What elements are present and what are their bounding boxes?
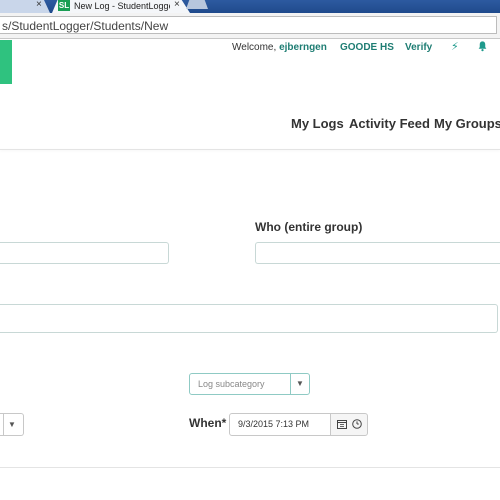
browser-tabstrip: × SL New Log - StudentLogger × bbox=[0, 0, 500, 13]
nav-my-logs[interactable]: My Logs bbox=[291, 116, 344, 134]
datetime-picker-buttons bbox=[330, 413, 368, 436]
wide-text-field[interactable] bbox=[0, 304, 498, 333]
left-text-field[interactable] bbox=[0, 242, 169, 264]
calendar-icon[interactable] bbox=[337, 419, 347, 429]
address-bar: s/StudentLogger/Students/New bbox=[0, 13, 500, 39]
bolt-icon[interactable]: ⚡ bbox=[451, 40, 459, 53]
tab-close-icon[interactable]: × bbox=[36, 0, 42, 10]
subcategory-placeholder: Log subcategory bbox=[198, 379, 265, 389]
who-group-input[interactable] bbox=[255, 242, 500, 264]
tab-title: New Log - StudentLogger bbox=[74, 1, 170, 11]
browser-tab-active[interactable]: SL New Log - StudentLogger × bbox=[52, 0, 190, 13]
who-label: Who (entire group) bbox=[255, 220, 363, 234]
left-dropdown[interactable]: ▼ bbox=[0, 413, 24, 436]
nav-my-groups[interactable]: My Groups bbox=[434, 116, 500, 134]
verify-link[interactable]: Verify bbox=[405, 41, 432, 55]
chevron-down-icon[interactable]: ▼ bbox=[290, 374, 309, 394]
browser-tab-previous[interactable]: × bbox=[0, 0, 50, 13]
welcome-label: Welcome, bbox=[232, 42, 277, 53]
when-label: When* bbox=[189, 416, 227, 430]
nav-activity-feed[interactable]: Activity Feed bbox=[349, 116, 430, 134]
studentlogger-favicon-icon: SL bbox=[58, 0, 70, 11]
url-input[interactable]: s/StudentLogger/Students/New bbox=[0, 16, 497, 34]
brand-logo-strip[interactable] bbox=[0, 40, 12, 84]
new-tab-button[interactable] bbox=[186, 0, 208, 9]
dropdown-separator bbox=[3, 414, 4, 435]
tab-close-icon[interactable]: × bbox=[174, 0, 180, 10]
chevron-down-icon[interactable]: ▼ bbox=[8, 414, 16, 435]
header-divider bbox=[0, 149, 500, 150]
bell-icon[interactable] bbox=[477, 40, 488, 52]
username-link[interactable]: ejberngen bbox=[279, 42, 327, 53]
clock-icon[interactable] bbox=[352, 419, 362, 429]
school-link[interactable]: GOODE HS bbox=[340, 41, 394, 55]
form-divider bbox=[0, 467, 500, 468]
log-subcategory-select[interactable]: Log subcategory ▼ bbox=[189, 373, 310, 395]
when-datetime-input[interactable]: 9/3/2015 7:13 PM bbox=[229, 413, 331, 436]
